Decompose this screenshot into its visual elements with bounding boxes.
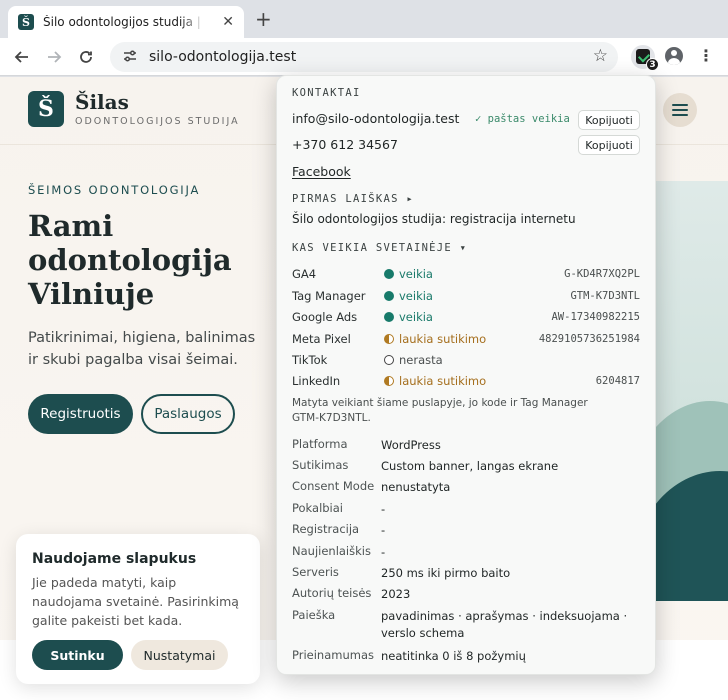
browser-menu-icon[interactable]: ⋮ [698,46,714,65]
bookmark-star-icon[interactable]: ☆ [593,46,608,66]
tracker-id: AW-17340982215 [551,311,640,323]
tracker-status: nerasta [399,353,443,367]
status-dot-icon [384,334,394,344]
info-key: Prieinamumas [292,648,374,662]
info-key: Registracija [292,522,360,536]
tab-strip: Š Šilo odontologijos studija | Odontolog… [0,0,728,38]
status-dot-icon [384,291,394,301]
contact-phone[interactable]: +370 612 34567 [292,137,398,152]
site-tagline: ODONTOLOGIJOS STUDIJA [75,116,240,127]
browser-tab[interactable]: Š Šilo odontologijos studija | Odontolog… [8,6,244,38]
tracker-note: Matyta veikiant šiame puslapyje, jo kode… [292,397,588,424]
tab-title: Šilo odontologijos studija | Odontologij… [43,15,205,29]
info-key: Consent Mode [292,479,375,493]
url-text[interactable]: silo-odontologija.test [149,49,296,65]
tracker-status: laukia sutikimo [399,374,487,388]
info-value: WordPress [381,438,441,452]
site-logo-icon[interactable]: Š [28,91,64,127]
tracker-name: GA4 [292,267,317,281]
contacts-heading: KONTAKTAI [292,87,361,99]
tracker-status: veikia [399,267,433,281]
new-tab-icon[interactable]: + [255,9,272,29]
contact-email[interactable]: info@silo-odontologija.test [292,111,459,126]
services-button[interactable]: Paslaugos [141,394,235,434]
info-key: Naujienlaiškis [292,544,371,558]
extension-popup: KONTAKTAI info@silo-odontologija.test ✓ … [276,75,656,675]
forward-arrow-icon[interactable] [43,46,65,68]
cookie-accept-button[interactable]: Sutinku [32,640,123,670]
info-key: Autorių teisės [292,586,372,600]
info-value: Custom banner, langas ekrane [381,459,559,473]
site-name[interactable]: Šilas [75,90,129,114]
hero-eyebrow: ŠEIMOS ODONTOLOGIJA [28,183,201,197]
tracker-status: veikia [399,310,433,324]
hero-text: Patikrinimai, higiena, balinimas ir skub… [28,330,256,368]
trackers-toggle[interactable]: KAS VEIKIA SVETAINĖJE ▾ [292,242,467,254]
tracker-id: 4829105736251984 [538,333,640,345]
info-value: - [381,523,386,537]
hamburger-menu-icon[interactable] [663,93,697,127]
tracker-name: Tag Manager [292,289,366,303]
email-status: ✓ paštas veikia [475,113,570,125]
copy-phone-button[interactable]: Kopijuoti [578,135,640,155]
cookie-settings-button[interactable]: Nustatymai [131,640,228,670]
info-value: - [381,502,386,516]
info-value: 250 ms iki pirmo baito [381,566,511,580]
tracker-name: TikTok [292,353,328,367]
reload-icon[interactable] [75,46,97,68]
register-button[interactable]: Registruotis [28,394,133,434]
info-value: 2023 [381,587,411,601]
site-favicon-icon: Š [18,14,34,30]
info-key: Platforma [292,437,348,451]
info-value: nenustatyta [381,480,451,494]
tracker-name: Google Ads [292,310,358,324]
tracker-name: LinkedIn [292,374,341,388]
profile-avatar-icon[interactable] [665,47,683,65]
tracker-id: GTM-K7D3NTL [570,290,640,302]
cookie-banner: Naudojame slapukus Jie padeda matyti, ka… [16,534,260,684]
first-letter-subject: Šilo odontologijos studija: registracija… [292,212,576,226]
status-dot-icon [384,312,394,322]
extension-badge: 3 [646,58,659,71]
info-value: - [381,545,386,559]
copy-email-button[interactable]: Kopijuoti [578,110,640,130]
close-icon[interactable]: ✕ [222,15,234,29]
info-value: pavadinimas · aprašymas · indeksuojama ·… [381,609,628,640]
tracker-id: G-KD4R7XQ2PL [564,268,640,280]
info-key: Paieška [292,608,336,622]
first-letter-toggle[interactable]: PIRMAS LAIŠKAS ▸ [292,193,414,205]
site-settings-icon[interactable] [122,48,138,68]
facebook-link[interactable]: Facebook [292,164,351,179]
back-arrow-icon[interactable] [11,46,33,68]
info-key: Sutikimas [292,458,349,472]
cookie-text: Jie padeda matyti, kaip naudojama svetai… [32,575,239,628]
browser-toolbar: silo-odontologija.test ☆ [0,38,728,76]
status-dot-icon [384,376,394,386]
info-key: Pokalbiai [292,501,343,515]
tracker-name: Meta Pixel [292,332,351,346]
status-dot-icon [384,355,394,365]
hero-title: Rami odontologija Vilniuje [28,209,232,311]
extension-icon[interactable]: 3 [631,45,659,71]
tracker-id: 6204817 [595,375,640,387]
info-key: Serveris [292,565,339,579]
address-bar[interactable]: silo-odontologija.test ☆ [110,42,618,72]
tracker-status: veikia [399,289,433,303]
status-dot-icon [384,269,394,279]
info-value: neatitinka 0 iš 8 požymių [381,649,526,663]
cookie-title: Naudojame slapukus [32,551,197,567]
tracker-status: laukia sutikimo [399,332,487,346]
